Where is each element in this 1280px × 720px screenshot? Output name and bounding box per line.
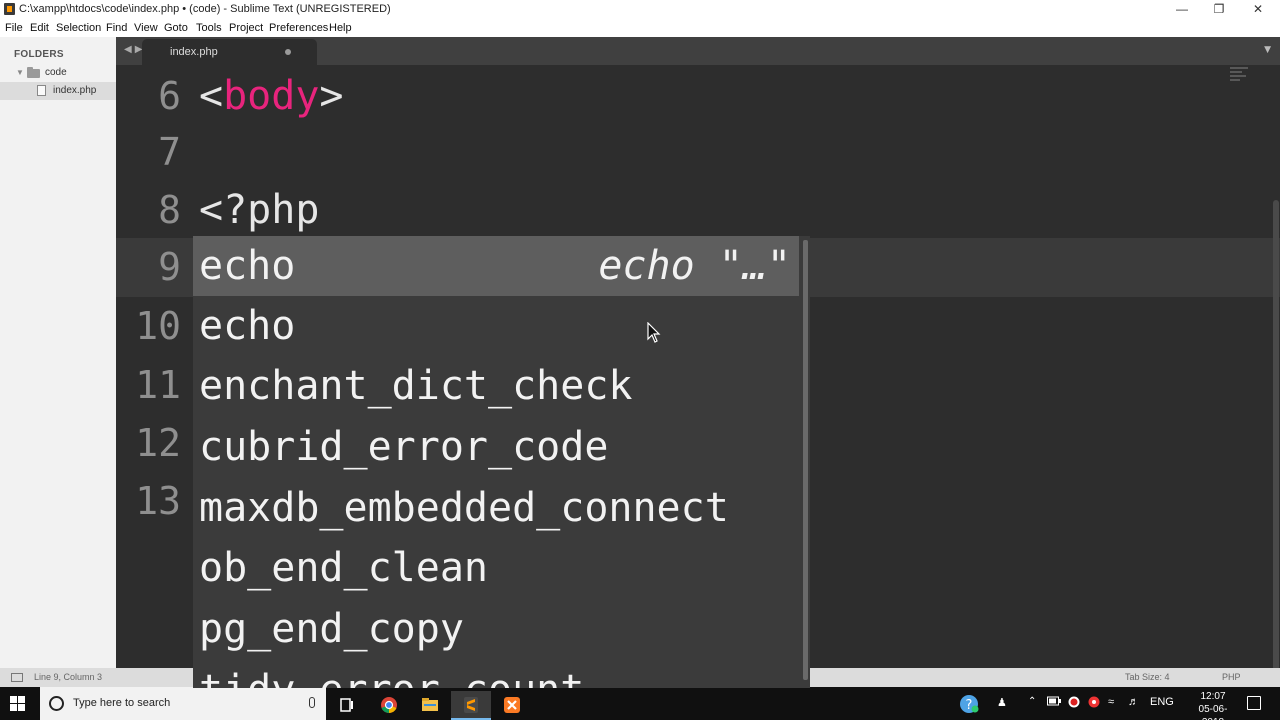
shield-icon[interactable] [1088,696,1100,711]
svg-text:?: ? [966,698,973,713]
menu-view[interactable]: View [134,22,158,34]
line-number: 12 [135,421,181,465]
sidebar-folder-code[interactable]: ▼ code [0,64,116,82]
notifications-icon[interactable] [1247,696,1261,710]
xampp-icon[interactable] [492,691,532,720]
folders-header: FOLDERS [14,49,64,60]
autocomplete-item[interactable]: echo [193,296,799,356]
line-number: 13 [135,479,181,523]
chevron-up-icon[interactable]: ⌃ [1028,696,1036,707]
people-icon[interactable]: ♟ [997,696,1007,709]
autocomplete-label: pg_end_copy [199,606,464,652]
menu-tools[interactable]: Tools [196,22,222,34]
volume-icon[interactable]: ♬ [1128,696,1139,708]
tag-name: body [223,73,320,119]
angle-bracket: > [319,73,344,119]
autocomplete-popup: echo echo "…" echo enchant_dict_check cu… [193,236,810,688]
folder-label: code [45,67,67,78]
task-view-icon[interactable] [327,691,367,720]
tab-index-php[interactable]: index.php [142,39,317,65]
autocomplete-label: maxdb_embedded_connect [199,485,729,531]
menu-file[interactable]: File [5,22,23,34]
windows-start-icon[interactable] [10,696,26,712]
folder-icon [27,67,40,78]
autocomplete-scrollbar[interactable] [803,240,808,680]
autocomplete-item[interactable]: cubrid_error_code [193,417,799,477]
tab-label: index.php [170,46,218,58]
minimize-button[interactable]: — [1162,0,1202,19]
panel-toggle-icon[interactable] [11,673,23,682]
chevron-down-icon[interactable]: ▼ [16,68,24,77]
autocomplete-label: echo [199,303,296,349]
autocomplete-hint: echo "…" [598,243,791,289]
autocomplete-label: tidy_error_count [199,664,584,688]
line-number: 6 [158,74,181,118]
taskbar: Type here to search ? ♟ ⌃ ≈ ♬ ENG 12:07 … [0,687,1280,720]
autocomplete-item[interactable]: maxdb_embedded_connect [193,478,799,538]
autocomplete-item[interactable]: enchant_dict_check [193,356,799,416]
file-icon [37,85,46,96]
line-number: 7 [158,130,181,174]
menu-find[interactable]: Find [106,22,127,34]
tab-bar: ◀▶ index.php ▼ [116,37,1280,65]
menu-selection[interactable]: Selection [56,22,101,34]
search-placeholder: Type here to search [73,697,171,709]
file-label: index.php [53,85,97,96]
autocomplete-item[interactable]: ob_end_clean [193,538,799,598]
record-icon[interactable] [1068,696,1080,711]
menu-project[interactable]: Project [229,22,263,34]
line-number: 10 [135,304,181,348]
microphone-icon[interactable] [309,697,315,708]
battery-icon[interactable] [1047,696,1061,709]
autocomplete-label: enchant_dict_check [199,363,633,409]
editor-scrollbar[interactable] [1273,200,1279,668]
tab-overflow-icon[interactable]: ▼ [1264,45,1271,55]
clock-date: 05-06-2018 [1198,704,1228,720]
menu-preferences[interactable]: Preferences [269,22,328,34]
autocomplete-label: echo [199,243,296,289]
menu-help[interactable]: Help [329,22,352,34]
minimap[interactable] [1230,67,1252,85]
autocomplete-label: ob_end_clean [199,545,488,591]
window-title: C:\xampp\htdocs\code\index.php • (code) … [19,3,391,15]
language-indicator[interactable]: ENG [1150,696,1174,708]
unsaved-dot-icon[interactable] [285,49,291,55]
sidebar-file-index[interactable]: index.php [0,82,116,100]
code-line-6: <body> [199,73,344,119]
code-line-8: <?php [199,187,320,233]
line-number: 9 [158,245,181,289]
autocomplete-item-selected[interactable]: echo echo "…" [193,236,799,296]
sublime-taskbar-icon[interactable] [451,691,491,720]
help-question-icon[interactable]: ? [959,694,979,717]
cortana-circle-icon [49,696,64,711]
clock[interactable]: 12:07 05-06-2018 [1190,690,1236,720]
tab-size[interactable]: Tab Size: 4 [1125,672,1170,682]
menu-edit[interactable]: Edit [30,22,49,34]
menu-bar: File Edit Selection Find View Goto Tools… [0,19,1280,37]
sidebar: FOLDERS ▼ code index.php [0,37,116,668]
line-number: 11 [135,363,181,407]
wifi-icon[interactable]: ≈ [1108,696,1114,708]
menu-goto[interactable]: Goto [164,22,188,34]
syntax-mode[interactable]: PHP [1222,672,1241,682]
restore-button[interactable]: ❐ [1199,0,1239,19]
autocomplete-item[interactable]: pg_end_copy [193,599,799,659]
close-button[interactable]: ✕ [1238,0,1278,19]
title-bar: C:\xampp\htdocs\code\index.php • (code) … [0,0,1280,19]
file-explorer-icon[interactable] [410,691,450,720]
chrome-icon[interactable] [369,691,409,720]
taskbar-search[interactable]: Type here to search [40,687,326,720]
clock-time: 12:07 [1200,691,1226,702]
cursor-position: Line 9, Column 3 [34,672,103,682]
line-number: 8 [158,188,181,232]
angle-bracket: < [199,73,224,119]
autocomplete-item[interactable]: tidy_error_count [193,660,799,688]
autocomplete-label: cubrid_error_code [199,424,609,470]
sublime-app-icon [4,3,15,15]
